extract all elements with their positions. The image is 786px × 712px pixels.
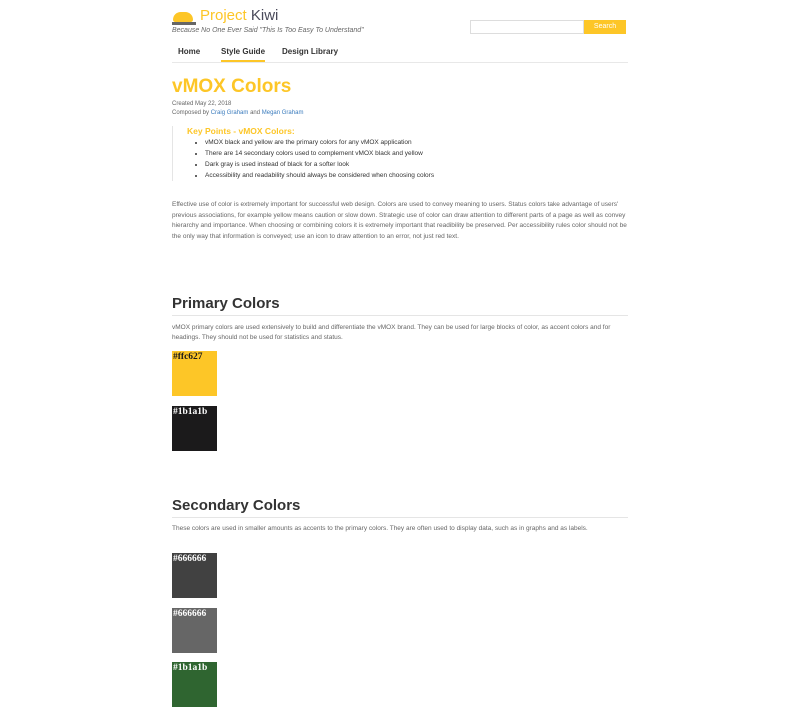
swatch-label: #1b1a1b: [173, 407, 208, 417]
composed-by: Composed by Craig Graham and Megan Graha…: [172, 110, 303, 116]
list-item: Accessibility and readability should alw…: [205, 170, 472, 181]
swatch-label: #1b1a1b: [173, 663, 208, 673]
nav-item-home[interactable]: Home: [178, 47, 200, 56]
swatch-label: #666666: [173, 609, 207, 619]
author-link-megan[interactable]: Megan Graham: [262, 110, 304, 116]
author-link-craig[interactable]: Craig Graham: [211, 110, 249, 116]
list-item: There are 14 secondary colors used to co…: [205, 148, 472, 159]
key-points-title: Key Points - vMOX Colors:: [187, 126, 295, 136]
nav-item-style-guide[interactable]: Style Guide: [221, 47, 266, 62]
kiwi-icon: [172, 9, 196, 25]
color-swatch-yellow: #ffc627: [172, 351, 217, 396]
primary-colors-description: vMOX primary colors are used extensively…: [172, 324, 611, 341]
swatch-label: #ffc627: [173, 352, 203, 362]
primary-colors-heading: Primary Colors: [172, 295, 628, 316]
secondary-colors-heading: Secondary Colors: [172, 497, 628, 518]
site-tagline: Because No One Ever Said "This Is Too Ea…: [172, 27, 364, 34]
key-points-list: vMOX black and yellow are the primary co…: [187, 137, 472, 181]
swatch-label: #666666: [173, 554, 207, 564]
search-form: Search: [470, 20, 626, 34]
search-button[interactable]: Search: [584, 20, 626, 34]
created-date: Created May 22, 2018: [172, 101, 232, 107]
composed-prefix: Composed by: [172, 110, 210, 116]
intro-paragraph: Effective use of color is extremely impo…: [172, 201, 627, 240]
nav-item-design-library[interactable]: Design Library: [282, 47, 338, 56]
main-nav: Home Style Guide Design Library: [172, 45, 628, 63]
color-swatch-dark-gray: #666666: [172, 553, 217, 598]
site-logo[interactable]: Project Kiwi: [172, 5, 278, 25]
list-item: vMOX black and yellow are the primary co…: [205, 137, 472, 148]
color-swatch-black: #1b1a1b: [172, 406, 217, 451]
secondary-colors-description: These colors are used in smaller amounts…: [172, 525, 588, 532]
color-swatch-gray: #666666: [172, 608, 217, 653]
composed-and: and: [250, 110, 261, 116]
page-title: vMOX Colors: [172, 76, 292, 97]
color-swatch-green: #1b1a1b: [172, 662, 217, 707]
search-input[interactable]: [470, 20, 584, 34]
logo-text-project: Project: [200, 7, 247, 24]
logo-text-kiwi: Kiwi: [250, 7, 279, 24]
key-points-box: Key Points - vMOX Colors: vMOX black and…: [172, 126, 472, 181]
list-item: Dark gray is used instead of black for a…: [205, 159, 472, 170]
logo-text: Project Kiwi: [200, 7, 278, 25]
